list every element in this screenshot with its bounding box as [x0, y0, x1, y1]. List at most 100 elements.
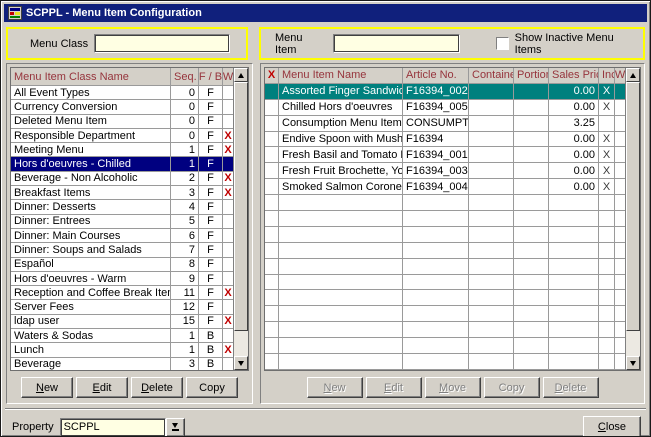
table-row[interactable]: Deleted Menu Item0F	[11, 115, 233, 129]
table-row[interactable]	[265, 195, 625, 211]
table-row[interactable]: Server Fees12F	[11, 300, 233, 314]
scrollbar-thumb[interactable]	[234, 82, 248, 331]
col-header-sales-price[interactable]: Sales Price	[549, 68, 599, 84]
table-row[interactable]: Dinner: Main Courses6F	[11, 229, 233, 243]
delete-button[interactable]: Delete	[543, 377, 599, 398]
table-row[interactable]	[265, 227, 625, 243]
table-row[interactable]: Consumption Menu ItemCONSUMPTION3.25	[265, 116, 625, 132]
inc-cell: X	[599, 132, 615, 148]
table-row[interactable]	[265, 211, 625, 227]
container-cell	[469, 132, 514, 148]
scrollbar-track[interactable]	[234, 82, 248, 356]
table-row[interactable]: Fresh Fruit Brochette, Yogurt SF16394_00…	[265, 163, 625, 179]
table-row[interactable]	[265, 243, 625, 259]
table-row[interactable]: ldap user15FX	[11, 315, 233, 329]
col-header-w2[interactable]: W	[615, 68, 625, 84]
table-row[interactable]: All Event Types0F	[11, 86, 233, 100]
menu-class-input[interactable]	[94, 34, 230, 53]
edit-button[interactable]: Edit	[366, 377, 422, 398]
container-cell	[469, 275, 514, 291]
item-name-cell	[279, 211, 403, 227]
table-row[interactable]: Hors d'oeuvres - Warm9F	[11, 272, 233, 286]
table-row[interactable]: Meeting Menu1FX	[11, 143, 233, 157]
table-row[interactable]	[265, 338, 625, 354]
table-row[interactable]	[265, 306, 625, 322]
table-row[interactable]: Reception and Coffee Break Items11FX	[11, 286, 233, 300]
col-header-article-no[interactable]: Article No.	[403, 68, 469, 84]
table-row[interactable]: Español8F	[11, 258, 233, 272]
x-cell	[265, 259, 279, 275]
table-row[interactable]: Beverage - Non Alcoholic2FX	[11, 172, 233, 186]
show-inactive-checkbox[interactable]	[496, 37, 509, 50]
table-row[interactable]: Beverage3B	[11, 358, 233, 370]
col-header-portion[interactable]: Portion	[514, 68, 549, 84]
copy-button[interactable]: Copy	[186, 377, 238, 398]
article-no-cell	[403, 338, 469, 354]
scroll-down-button[interactable]	[234, 356, 248, 370]
table-row[interactable]	[265, 290, 625, 306]
item-name-cell: Endive Spoon with Mushroom I	[279, 132, 403, 148]
property-dropdown-button[interactable]	[166, 418, 185, 437]
col-header-fb[interactable]: F / B	[199, 68, 223, 86]
copy-button[interactable]: Copy	[484, 377, 540, 398]
table-row[interactable]: Breakfast Items3FX	[11, 186, 233, 200]
new-button[interactable]: New	[21, 377, 73, 398]
scroll-down-button[interactable]	[626, 356, 640, 370]
scrollbar-track[interactable]	[626, 82, 640, 356]
move-button[interactable]: Move	[425, 377, 481, 398]
col-header-inc[interactable]: Inc	[599, 68, 615, 84]
menu-item-input[interactable]	[333, 34, 460, 53]
table-row[interactable]	[265, 354, 625, 370]
table-row[interactable]: Endive Spoon with Mushroom IF163940.00X	[265, 132, 625, 148]
table-row[interactable]	[265, 275, 625, 291]
titlebar[interactable]: SCPPL - Menu Item Configuration	[4, 4, 647, 22]
w-cell	[223, 358, 233, 370]
table-row[interactable]: Currency Conversion0F	[11, 100, 233, 114]
table-row[interactable]: Responsible Department0FX	[11, 129, 233, 143]
w-cell	[223, 300, 233, 314]
seq-cell: 2	[171, 172, 199, 186]
col-header-item-name[interactable]: Menu Item Name	[279, 68, 403, 84]
table-row[interactable]: Waters & Sodas1B	[11, 329, 233, 343]
w-cell	[615, 116, 625, 132]
col-header-x[interactable]: X	[265, 68, 279, 84]
w-cell	[615, 179, 625, 195]
table-row[interactable]: Hors d'oeuvres - Chilled1F	[11, 157, 233, 171]
table-row[interactable]: Smoked Salmon Coronet, DillF16394_0040.0…	[265, 179, 625, 195]
delete-button[interactable]: Delete	[131, 377, 183, 398]
sales-price-cell: 3.25	[549, 116, 599, 132]
property-value[interactable]: SCPPL	[60, 418, 166, 437]
class-name-cell: Beverage	[11, 358, 171, 370]
scroll-up-button[interactable]	[234, 68, 248, 82]
class-name-cell: Currency Conversion	[11, 100, 171, 114]
table-row[interactable]: Dinner: Entrees5F	[11, 215, 233, 229]
item-name-cell: Consumption Menu Item	[279, 116, 403, 132]
col-header-seq[interactable]: Seq.	[171, 68, 199, 86]
table-row[interactable]: Lunch1BX	[11, 343, 233, 357]
seq-cell: 0	[171, 86, 199, 100]
w-cell	[615, 259, 625, 275]
table-row[interactable]: Assorted Finger SandwichesF16394_0020.00…	[265, 84, 625, 100]
table-row[interactable]: Chilled Hors d'oeuvresF16394_0050.00X	[265, 100, 625, 116]
article-no-cell	[403, 322, 469, 338]
menu-item-scrollbar[interactable]	[625, 68, 640, 370]
menu-class-scrollbar[interactable]	[233, 68, 248, 370]
new-button[interactable]: New	[307, 377, 363, 398]
col-header-w[interactable]: W	[223, 68, 233, 86]
x-cell	[265, 211, 279, 227]
table-row[interactable]: Fresh Basil and Tomato BruscF16394_0010.…	[265, 147, 625, 163]
col-header-container[interactable]: Container	[469, 68, 514, 84]
container-cell	[469, 116, 514, 132]
scroll-up-button[interactable]	[626, 68, 640, 82]
close-button[interactable]: Close	[583, 416, 641, 437]
table-row[interactable]	[265, 322, 625, 338]
table-row[interactable]: Dinner: Desserts4F	[11, 200, 233, 214]
x-cell	[265, 179, 279, 195]
edit-button[interactable]: Edit	[76, 377, 128, 398]
inc-cell: X	[599, 100, 615, 116]
scrollbar-thumb[interactable]	[626, 82, 640, 331]
w-cell	[615, 338, 625, 354]
table-row[interactable]	[265, 259, 625, 275]
col-header-class-name[interactable]: Menu Item Class Name	[11, 68, 171, 86]
table-row[interactable]: Dinner: Soups and Salads7F	[11, 243, 233, 257]
